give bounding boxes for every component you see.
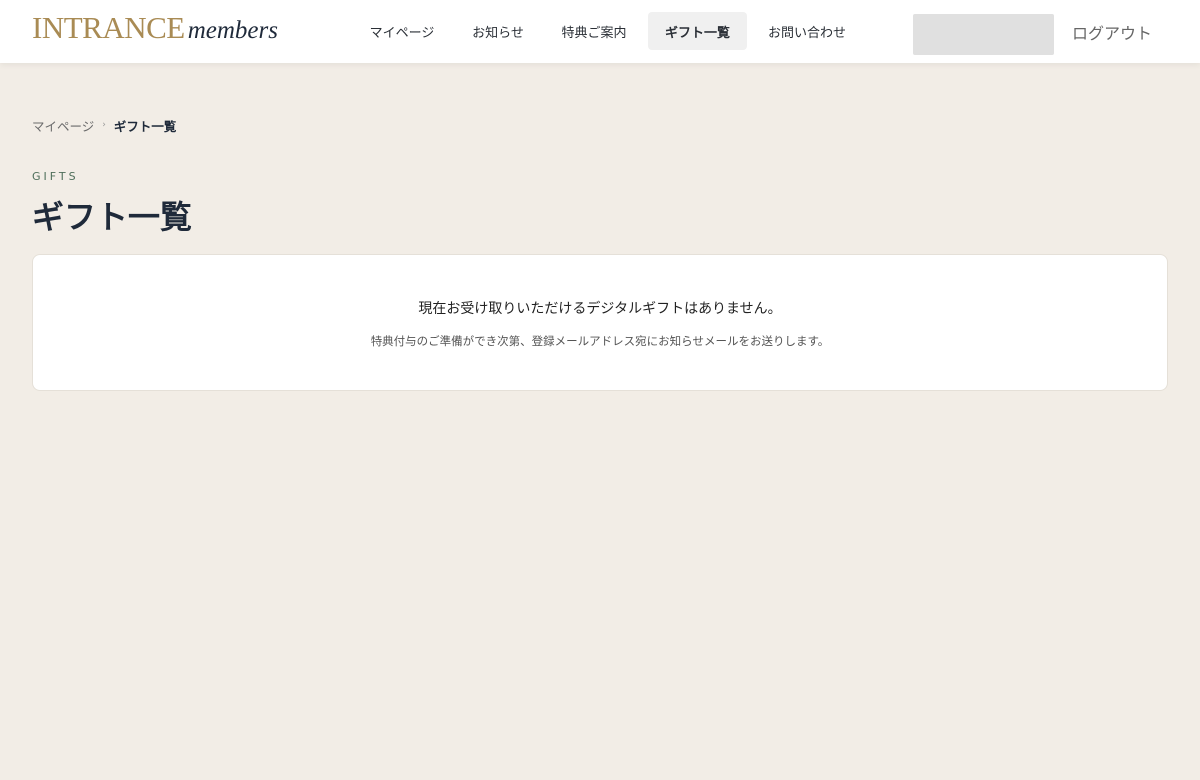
nav-item-gifts[interactable]: ギフト一覧: [648, 12, 747, 50]
nav-item-news[interactable]: お知らせ: [458, 12, 538, 50]
breadcrumb-home-link[interactable]: マイページ: [32, 116, 94, 135]
breadcrumb: マイページ › ギフト一覧: [32, 116, 176, 134]
breadcrumb-separator-icon: ›: [102, 120, 106, 130]
page-title: ギフト一覧: [32, 198, 193, 236]
logo-sub: members: [187, 17, 278, 44]
site-header: INTRANCE members マイページ お知らせ 特典ご案内 ギフト一覧 …: [0, 0, 1200, 63]
user-info-placeholder: [913, 14, 1054, 55]
nav-item-mypage[interactable]: マイページ: [354, 12, 450, 50]
empty-state-card: 現在お受け取りいただけるデジタルギフトはありません。 特典付与のご準備ができ次第…: [32, 254, 1168, 391]
section-eyebrow: GIFTS: [32, 170, 79, 183]
breadcrumb-current: ギフト一覧: [113, 118, 177, 134]
logo-brand: INTRANCE: [32, 10, 185, 45]
empty-state-note: 特典付与のご準備ができ次第、登録メールアドレス宛にお知らせメールをお送りします。: [370, 334, 830, 348]
nav-item-contact[interactable]: お問い合わせ: [755, 12, 859, 50]
nav-item-benefits[interactable]: 特典ご案内: [546, 12, 642, 50]
site-logo[interactable]: INTRANCE members: [32, 10, 278, 45]
logout-button[interactable]: ログアウト: [1072, 20, 1152, 44]
empty-state-message: 現在お受け取りいただけるデジタルギフトはありません。: [418, 301, 782, 317]
